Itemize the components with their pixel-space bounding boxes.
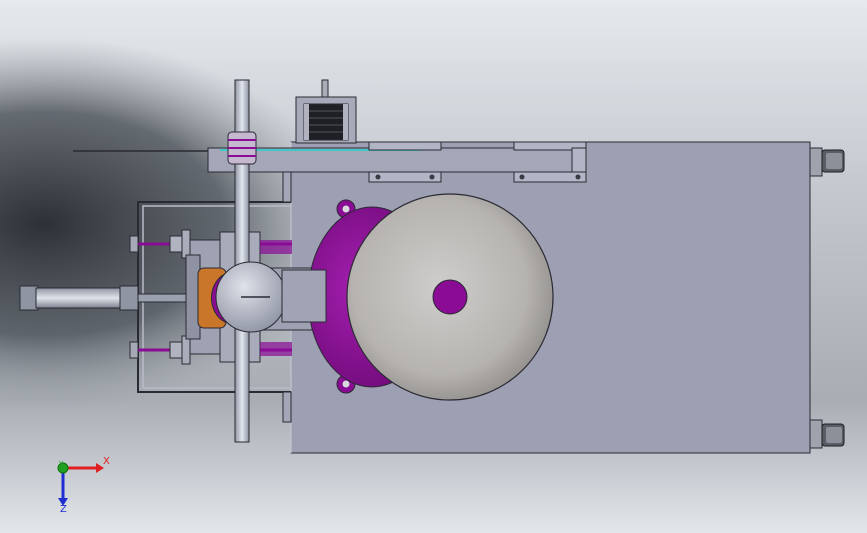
cad-viewport[interactable]	[0, 0, 867, 533]
triad-y-label: Y	[59, 460, 64, 468]
caster-bottom[interactable]	[809, 419, 845, 449]
triad-z-label: Z	[60, 504, 67, 515]
grinding-disc[interactable]	[346, 193, 554, 401]
ball-joint[interactable]	[215, 261, 287, 333]
caster-top[interactable]	[809, 147, 845, 177]
triad-x-label: X	[103, 456, 110, 467]
